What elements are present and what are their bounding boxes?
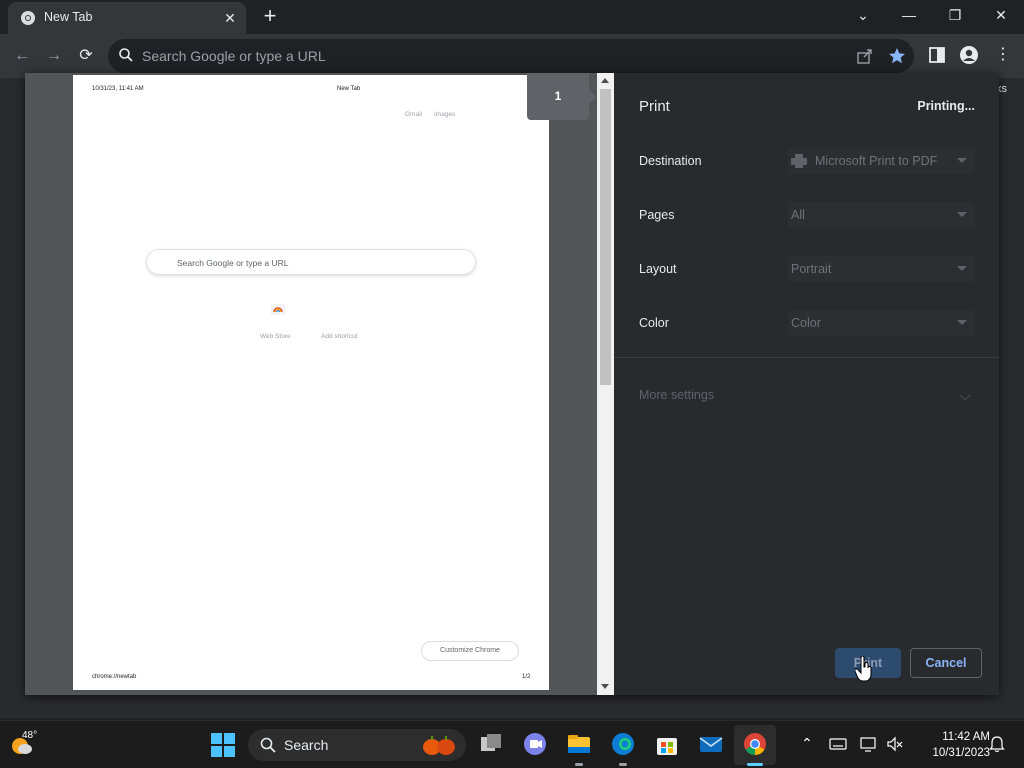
search-icon xyxy=(119,48,133,62)
destination-label: Destination xyxy=(639,154,702,168)
edge-icon[interactable] xyxy=(610,731,636,757)
tab-close-icon[interactable]: ✕ xyxy=(220,8,240,28)
chrome-taskbar-icon[interactable] xyxy=(742,731,768,757)
taskbar-search-label: Search xyxy=(284,737,329,753)
pages-select[interactable]: All xyxy=(788,202,975,228)
tab-new-tab[interactable]: New Tab ✕ xyxy=(8,2,246,34)
clock-date: 10/31/2023 xyxy=(932,747,990,759)
preview-link-gmail: Gmail xyxy=(405,111,422,118)
preview-search-placeholder: Search Google or type a URL xyxy=(177,258,289,268)
layout-label: Layout xyxy=(639,262,677,276)
layout-caret-icon xyxy=(957,266,967,271)
color-label: Color xyxy=(639,316,669,330)
destination-caret-icon xyxy=(957,158,967,163)
settings-divider xyxy=(614,357,999,358)
taskbar-search[interactable]: Search xyxy=(248,729,466,761)
scrollbar-thumb[interactable] xyxy=(600,89,611,385)
address-bar-input[interactable] xyxy=(142,39,832,73)
chrome-icon xyxy=(21,11,35,25)
page-number-indicator: 1 xyxy=(527,73,596,120)
volume-muted-icon[interactable] xyxy=(886,735,904,753)
teams-chat-icon[interactable] xyxy=(522,731,548,757)
destination-select[interactable]: Microsoft Print to PDF xyxy=(788,148,975,174)
color-caret-icon xyxy=(957,320,967,325)
tab-strip: New Tab ✕ + ⌄ — ❐ ✕ xyxy=(0,0,1024,34)
preview-header-datetime: 10/31/23, 11:41 AM xyxy=(92,86,144,92)
windows-start-icon[interactable] xyxy=(210,732,236,758)
preview-header-title: New Tab xyxy=(337,86,361,92)
side-panel-icon[interactable] xyxy=(926,44,948,66)
color-select[interactable]: Color xyxy=(788,310,975,336)
explorer-running-indicator xyxy=(575,763,583,766)
weather-widget[interactable]: 48° xyxy=(10,730,42,760)
display-network-icon[interactable] xyxy=(860,735,878,753)
printer-icon xyxy=(791,154,807,168)
print-settings-panel: Print Printing... Destination Microsoft … xyxy=(614,73,999,695)
print-preview-area: 10/31/23, 11:41 AM New Tab Gmail Images … xyxy=(25,73,614,695)
keyboard-icon[interactable] xyxy=(829,735,847,753)
preview-footer-url: chrome://newtab xyxy=(92,674,137,680)
menu-kebab-icon[interactable]: ⋮ xyxy=(992,44,1014,66)
scroll-down-arrow-icon[interactable] xyxy=(601,684,609,689)
clock-time: 11:42 AM xyxy=(942,731,990,743)
reload-button[interactable]: ⟳ xyxy=(73,43,99,69)
notification-bell-icon[interactable] xyxy=(988,735,1006,753)
mail-icon[interactable] xyxy=(698,731,724,757)
print-status: Printing... xyxy=(917,99,975,113)
edge-running-indicator xyxy=(619,763,627,766)
print-title: Print xyxy=(639,98,670,115)
destination-value: Microsoft Print to PDF xyxy=(815,154,938,168)
preview-shortcut-add: Add shortcut xyxy=(321,333,358,340)
browser-toolbar: ← → ⟳ ⋮ xyxy=(0,34,1024,78)
weather-temp: 48° xyxy=(22,730,38,741)
color-value: Color xyxy=(791,316,821,330)
more-settings-toggle[interactable]: More settings xyxy=(639,388,714,402)
pages-caret-icon xyxy=(957,212,967,217)
tray-overflow-chevron-icon[interactable]: ⌃ xyxy=(798,735,816,753)
scroll-up-arrow-icon[interactable] xyxy=(601,78,609,83)
preview-scrollbar[interactable] xyxy=(597,73,614,695)
windows-taskbar: 48° Search ⌃ 11:42 AM 10/31/2023 xyxy=(0,720,1024,768)
restore-button[interactable]: ❐ xyxy=(932,0,978,32)
layout-value: Portrait xyxy=(791,262,832,276)
hand-cursor-icon xyxy=(855,656,872,682)
chevron-down-icon[interactable] xyxy=(959,389,971,401)
layout-select[interactable]: Portrait xyxy=(788,256,975,282)
page-number: 1 xyxy=(554,89,562,103)
tab-title: New Tab xyxy=(44,10,93,24)
preview-customize-chrome: Customize Chrome xyxy=(421,641,519,661)
web-store-icon xyxy=(271,304,285,315)
bookmark-star-icon[interactable] xyxy=(888,47,906,65)
print-dialog: 10/31/23, 11:41 AM New Tab Gmail Images … xyxy=(25,73,999,695)
microsoft-store-icon[interactable] xyxy=(654,731,680,757)
pages-value: All xyxy=(791,208,805,222)
search-icon xyxy=(260,737,276,753)
profile-icon[interactable] xyxy=(958,44,980,66)
halloween-pumpkin-icon xyxy=(423,736,455,755)
cancel-button[interactable]: Cancel xyxy=(910,648,982,678)
close-window-button[interactable]: ✕ xyxy=(978,0,1024,32)
page-indicator-arrow xyxy=(589,90,596,104)
chrome-running-indicator xyxy=(747,763,763,766)
minimize-button[interactable]: — xyxy=(886,0,932,32)
file-explorer-icon[interactable] xyxy=(566,731,592,757)
share-icon[interactable] xyxy=(856,47,874,65)
task-view-icon[interactable] xyxy=(478,731,504,757)
tray-clock[interactable]: 11:42 AM 10/31/2023 xyxy=(910,729,990,761)
preview-page: 10/31/23, 11:41 AM New Tab Gmail Images … xyxy=(73,75,549,690)
preview-shortcut-web-store: Web Store xyxy=(260,333,291,340)
preview-link-images: Images xyxy=(434,111,456,118)
back-button[interactable]: ← xyxy=(9,43,35,69)
preview-search-box: Search Google or type a URL xyxy=(146,249,476,275)
preview-footer-page: 1/2 xyxy=(522,674,531,680)
forward-button[interactable]: → xyxy=(41,43,67,69)
tab-search-chevron-icon[interactable]: ⌄ xyxy=(840,0,886,32)
omnibox xyxy=(108,39,914,73)
new-tab-button[interactable]: + xyxy=(258,5,282,29)
pages-label: Pages xyxy=(639,208,675,222)
